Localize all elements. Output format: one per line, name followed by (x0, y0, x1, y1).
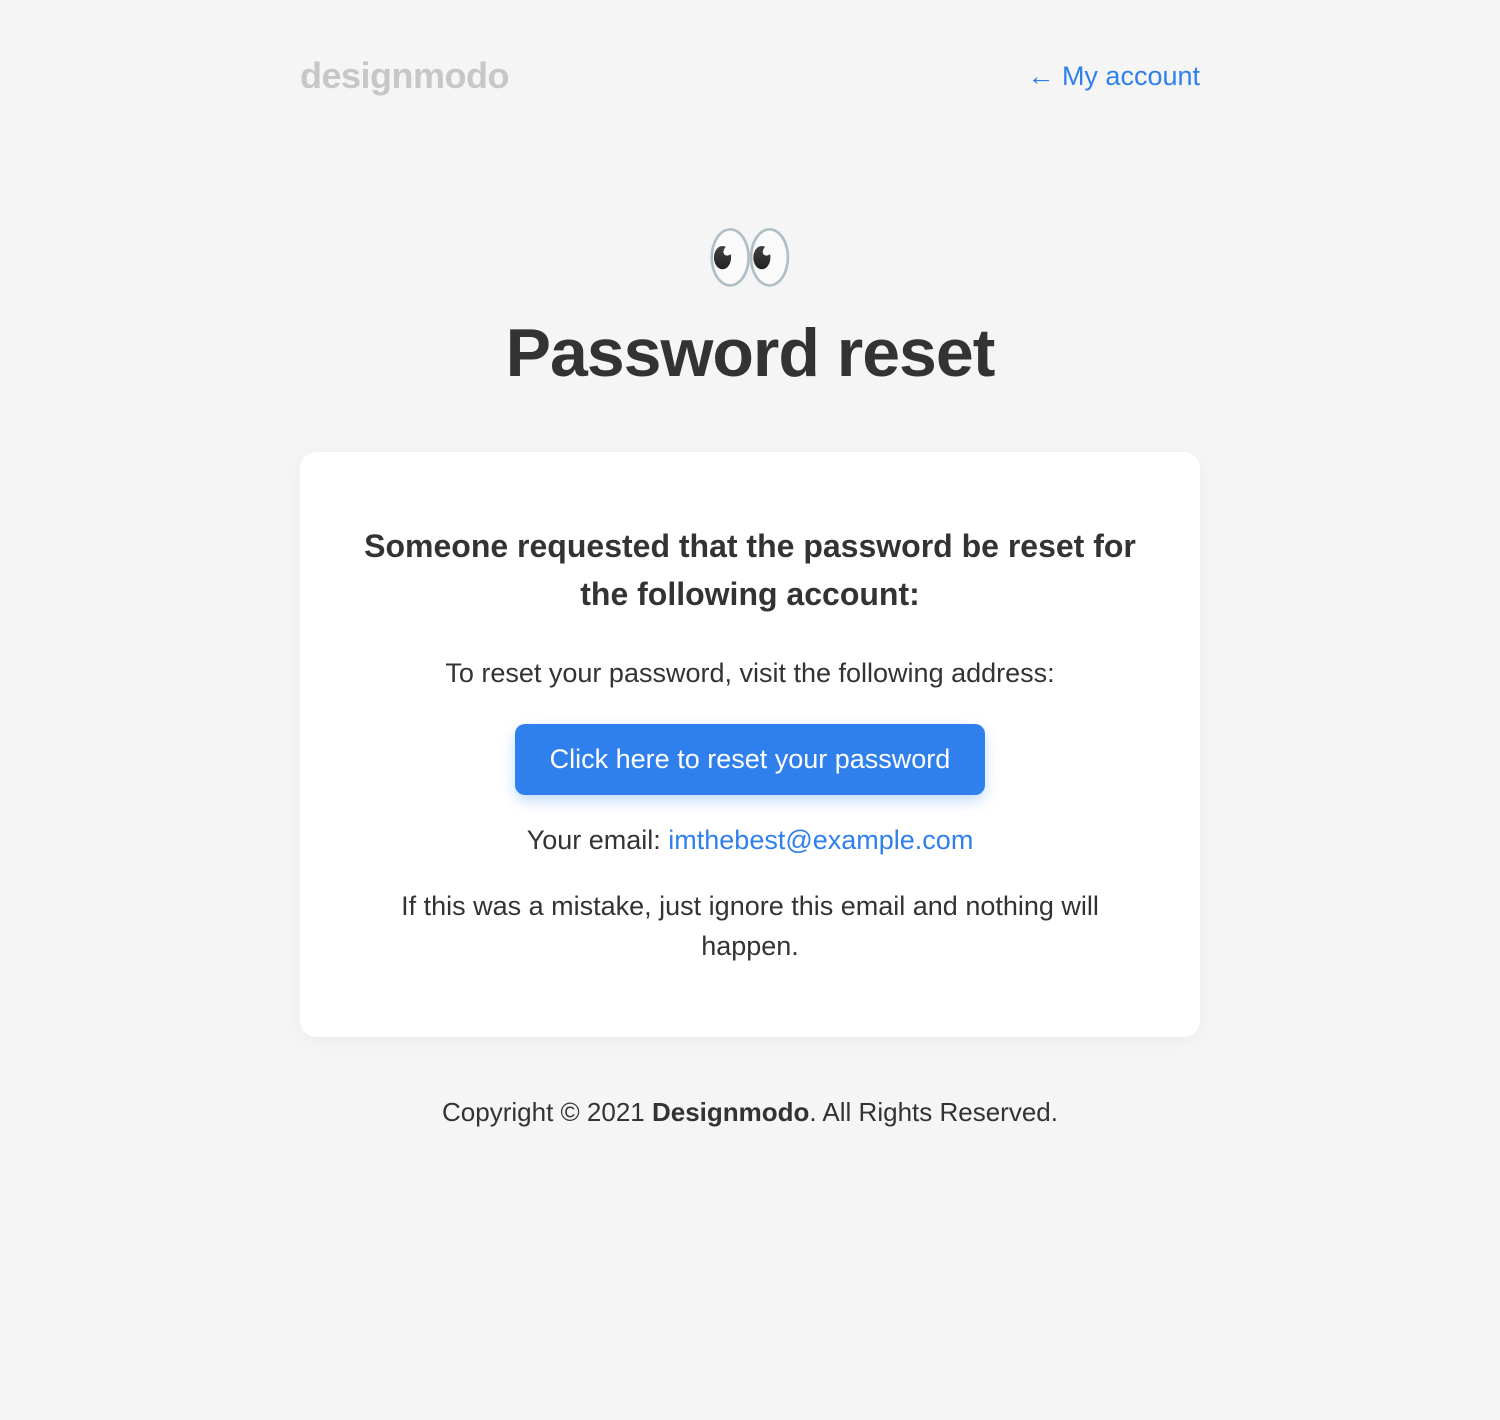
instruction-text: To reset your password, visit the follow… (360, 653, 1140, 694)
eyes-icon: 👀 (300, 222, 1200, 294)
my-account-link[interactable]: ← My account (1027, 61, 1200, 92)
content-card: Someone requested that the password be r… (300, 452, 1200, 1037)
email-line: Your email: imthebest@example.com (360, 825, 1140, 856)
email-link[interactable]: imthebest@example.com (668, 825, 973, 855)
hero-section: 👀 Password reset (300, 127, 1200, 452)
reset-password-button[interactable]: Click here to reset your password (515, 724, 986, 795)
card-heading: Someone requested that the password be r… (360, 522, 1140, 618)
email-label: Your email: (527, 825, 669, 855)
page-title: Password reset (300, 314, 1200, 392)
header: designmodo ← My account (300, 0, 1200, 127)
footer: Copyright © 2021 Designmodo. All Rights … (300, 1037, 1200, 1188)
copyright-suffix: . All Rights Reserved. (809, 1097, 1058, 1127)
copyright-prefix: Copyright © 2021 (442, 1097, 652, 1127)
logo: designmodo (300, 55, 509, 97)
footer-brand: Designmodo (652, 1097, 809, 1127)
mistake-note: If this was a mistake, just ignore this … (360, 886, 1140, 967)
